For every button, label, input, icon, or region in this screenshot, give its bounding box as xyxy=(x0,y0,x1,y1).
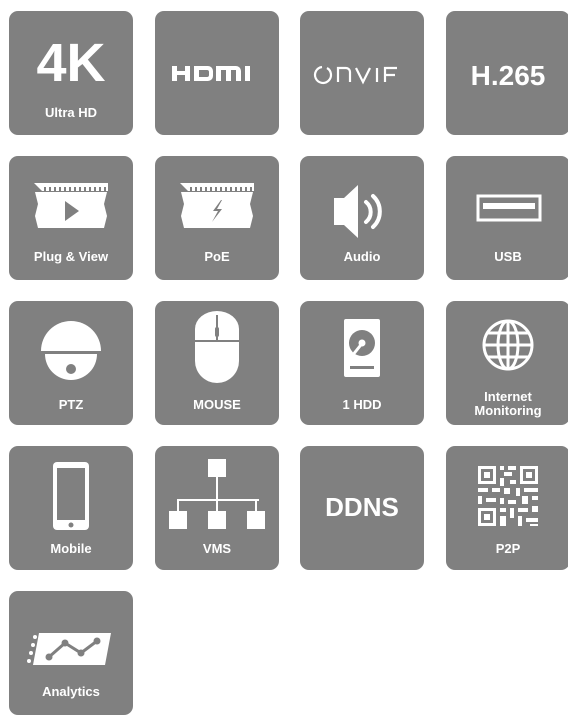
feature-analytics-label: Analytics xyxy=(42,684,100,699)
feature-usb-tile: USB xyxy=(446,156,568,280)
onvif-logo-icon xyxy=(313,65,397,85)
feature-vms-tile: VMS xyxy=(155,446,279,570)
feature-4k-text: 4K xyxy=(36,33,106,93)
feature-poe-label: PoE xyxy=(204,249,230,264)
feature-ptz-tile: PTZ xyxy=(9,301,133,425)
feature-mobile-label: Mobile xyxy=(50,541,92,556)
feature-plug-view-label: Plug & View xyxy=(33,249,109,264)
hdmi-logo-icon xyxy=(172,66,250,81)
feature-4k-tile: 4K Ultra HD xyxy=(9,11,133,135)
feature-ptz-label: PTZ xyxy=(58,397,84,412)
feature-mouse-label: MOUSE xyxy=(193,397,241,412)
feature-h265-tile: H.265 xyxy=(446,11,568,135)
feature-4k-label: Ultra HD xyxy=(44,105,97,120)
feature-internet-label-line2: Monitoring xyxy=(474,403,542,418)
feature-mouse-tile: MOUSE xyxy=(155,301,279,425)
feature-hdmi-tile xyxy=(155,11,279,135)
feature-h265-text: H.265 xyxy=(470,60,546,91)
feature-audio-tile: Audio xyxy=(300,156,424,280)
feature-hdd-label: 1 HDD xyxy=(342,397,382,412)
feature-p2p-label: P2P xyxy=(495,541,521,556)
feature-analytics-tile: Analytics xyxy=(9,591,133,715)
feature-onvif-tile xyxy=(300,11,424,135)
feature-plug-view-tile: Plug & View xyxy=(9,156,133,280)
feature-usb-label: USB xyxy=(494,249,522,264)
feature-internet-tile: Internet Monitoring xyxy=(446,301,568,425)
feature-mobile-tile: Mobile xyxy=(9,446,133,570)
feature-audio-label: Audio xyxy=(343,249,381,264)
feature-ddns-tile: DDNS xyxy=(300,446,424,570)
feature-vms-label: VMS xyxy=(202,541,232,556)
feature-ddns-text: DDNS xyxy=(325,492,399,522)
feature-p2p-tile: P2P xyxy=(446,446,568,570)
feature-hdd-tile: 1 HDD xyxy=(300,301,424,425)
feature-poe-tile: PoE xyxy=(155,156,279,280)
feature-internet-label-line1: Internet xyxy=(484,389,532,404)
